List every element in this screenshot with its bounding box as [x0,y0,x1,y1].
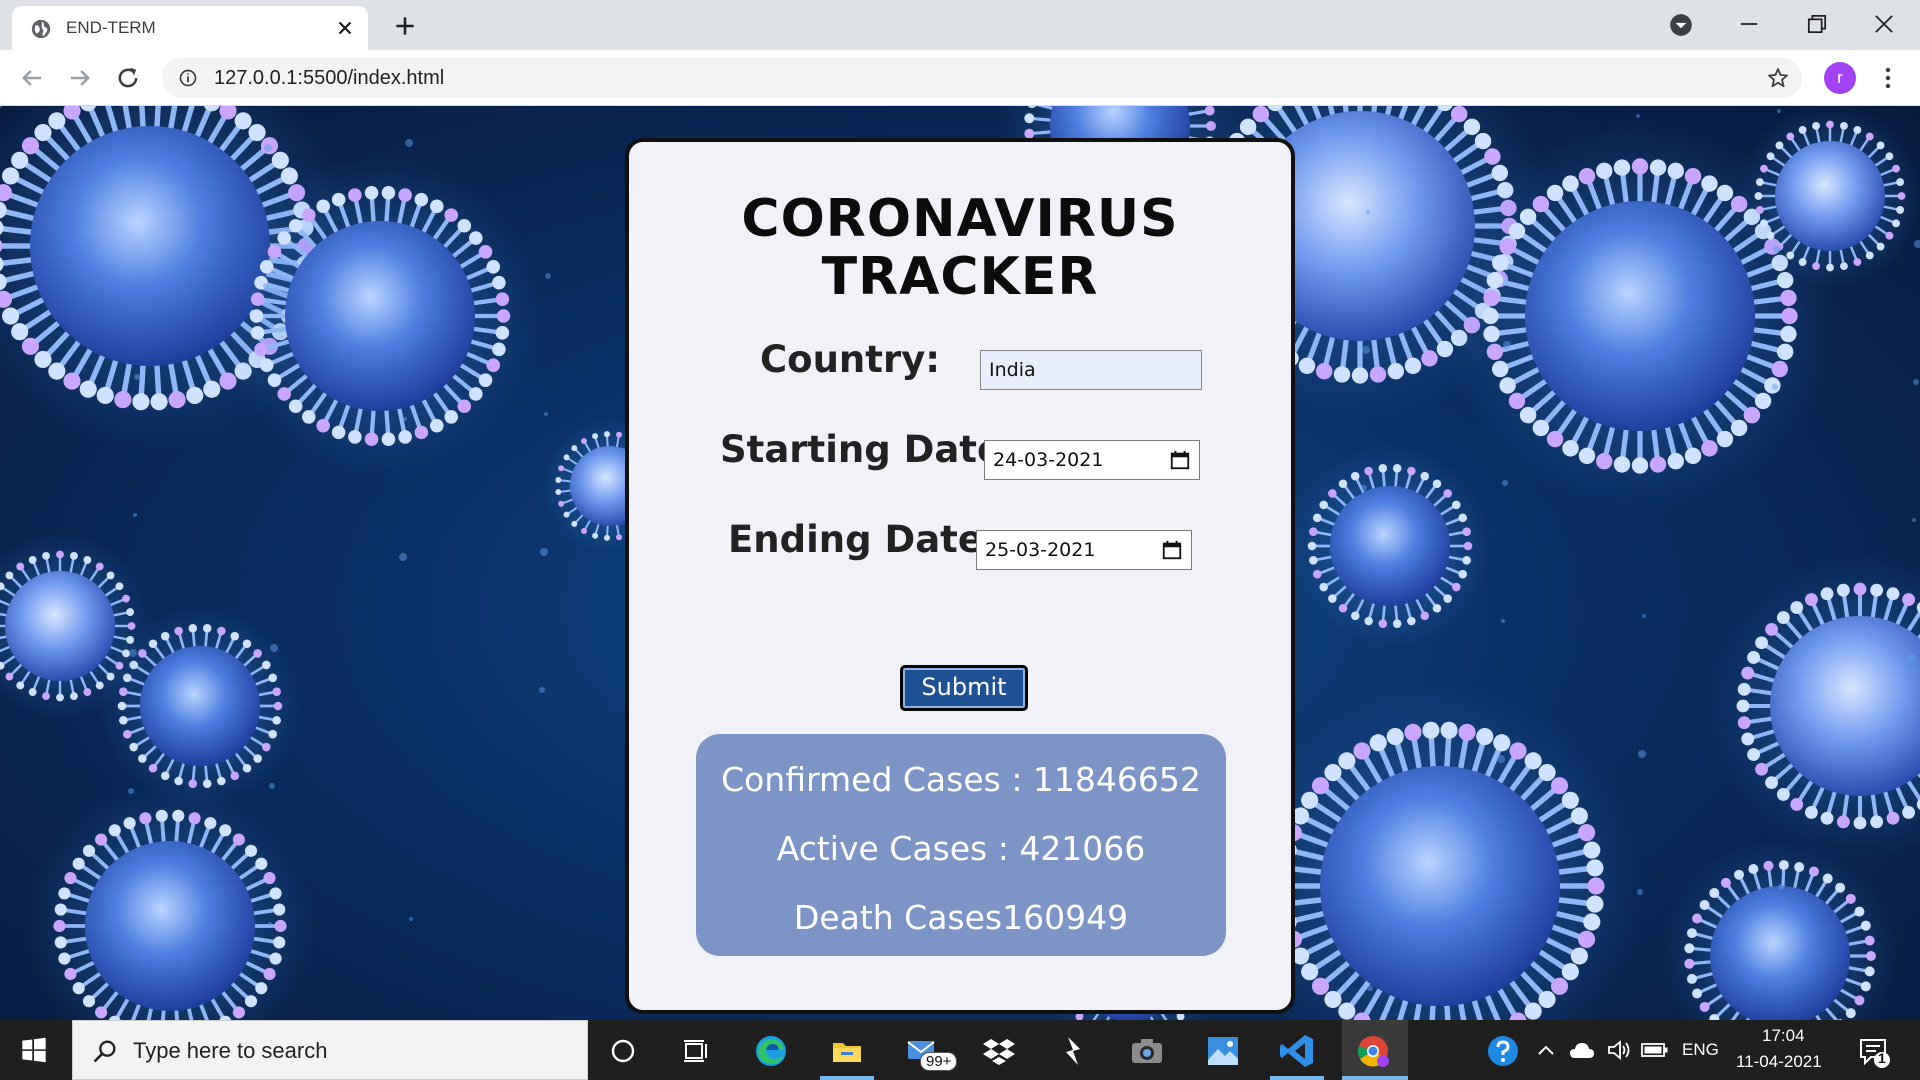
clock-date[interactable]: 11-04-2021 [1736,1052,1822,1072]
globe-icon [31,19,51,39]
country-label: Country: [760,338,941,381]
camera-icon[interactable] [1128,1032,1166,1070]
start-date-input[interactable]: 24-03-2021 [984,440,1200,480]
restore-icon[interactable] [1803,10,1831,38]
star-icon[interactable] [1766,66,1790,90]
cloud-icon[interactable] [1568,1038,1596,1062]
notification-count: 1 [1878,1050,1886,1066]
end-date-label: Ending Date: [728,518,998,561]
submit-button[interactable]: Submit [900,665,1028,711]
info-icon[interactable] [178,68,198,88]
mail-badge: 99+ [920,1052,958,1071]
file-explorer-icon[interactable] [828,1032,866,1070]
taskbar-search-box[interactable]: Type here to search [72,1020,588,1080]
forward-arrow-icon[interactable] [66,64,94,92]
chrome-icon[interactable] [1354,1032,1392,1070]
volume-icon[interactable] [1606,1038,1632,1062]
more-menu-icon[interactable] [1876,64,1900,92]
country-input[interactable]: India [980,350,1202,390]
browser-toolbar: 127.0.0.1:5500/index.html r [0,50,1920,106]
lightning-app-icon[interactable] [1054,1032,1092,1070]
windows-start-icon[interactable] [20,1036,48,1064]
start-date-label: Starting Date: [720,428,1017,471]
close-icon[interactable] [334,17,356,39]
chevron-up-icon[interactable] [1534,1038,1558,1062]
search-placeholder: Type here to search [133,1038,328,1063]
reload-icon[interactable] [114,64,142,92]
battery-icon[interactable] [1640,1039,1670,1061]
confirmed-cases-text: Confirmed Cases : 11846652 [721,760,1201,799]
tab-title: END-TERM [66,18,156,37]
end-date-input[interactable]: 25-03-2021 [976,530,1192,570]
address-bar[interactable]: 127.0.0.1:5500/index.html [162,58,1802,98]
edge-icon[interactable] [752,1032,790,1070]
help-icon[interactable] [1486,1034,1520,1068]
calendar-icon[interactable] [1161,539,1183,561]
clock-time[interactable]: 17:04 [1762,1026,1805,1046]
active-cases-text: Active Cases : 421066 [776,829,1146,868]
url-text[interactable]: 127.0.0.1:5500/index.html [214,67,444,90]
windows-taskbar: Type here to search 99+ ENG 17:04 11-04-… [0,1020,1920,1080]
calendar-icon[interactable] [1169,449,1191,471]
profile-avatar[interactable]: r [1824,62,1856,94]
results-panel: Confirmed Cases : 11846652 Active Cases … [696,734,1226,956]
window-close-icon[interactable] [1870,10,1898,38]
active-app-indicator [820,1076,874,1080]
cortana-icon[interactable] [604,1032,642,1070]
dropbox-icon[interactable] [980,1032,1018,1070]
page-title: CORONAVIRUS TRACKER [741,189,1179,307]
tracker-card: CORONAVIRUS TRACKER Country: India Start… [625,138,1295,1014]
notification-icon[interactable] [1856,1034,1892,1070]
plus-icon[interactable] [392,13,418,39]
active-app-indicator [1270,1076,1324,1080]
active-app-indicator [1342,1076,1408,1080]
minimize-icon[interactable] [1735,10,1763,38]
browser-tab[interactable]: END-TERM [12,6,368,50]
tab-search-icon[interactable] [1668,12,1694,38]
back-arrow-icon[interactable] [18,64,46,92]
tab-strip: END-TERM [0,0,1920,50]
photos-icon[interactable] [1204,1032,1242,1070]
page-viewport: CORONAVIRUS TRACKER Country: India Start… [0,106,1920,1020]
vscode-icon[interactable] [1278,1032,1316,1070]
language-indicator[interactable]: ENG [1682,1040,1719,1060]
task-view-icon[interactable] [676,1032,714,1070]
death-cases-text: Death Cases160949 [793,898,1129,937]
search-icon [93,1040,116,1063]
